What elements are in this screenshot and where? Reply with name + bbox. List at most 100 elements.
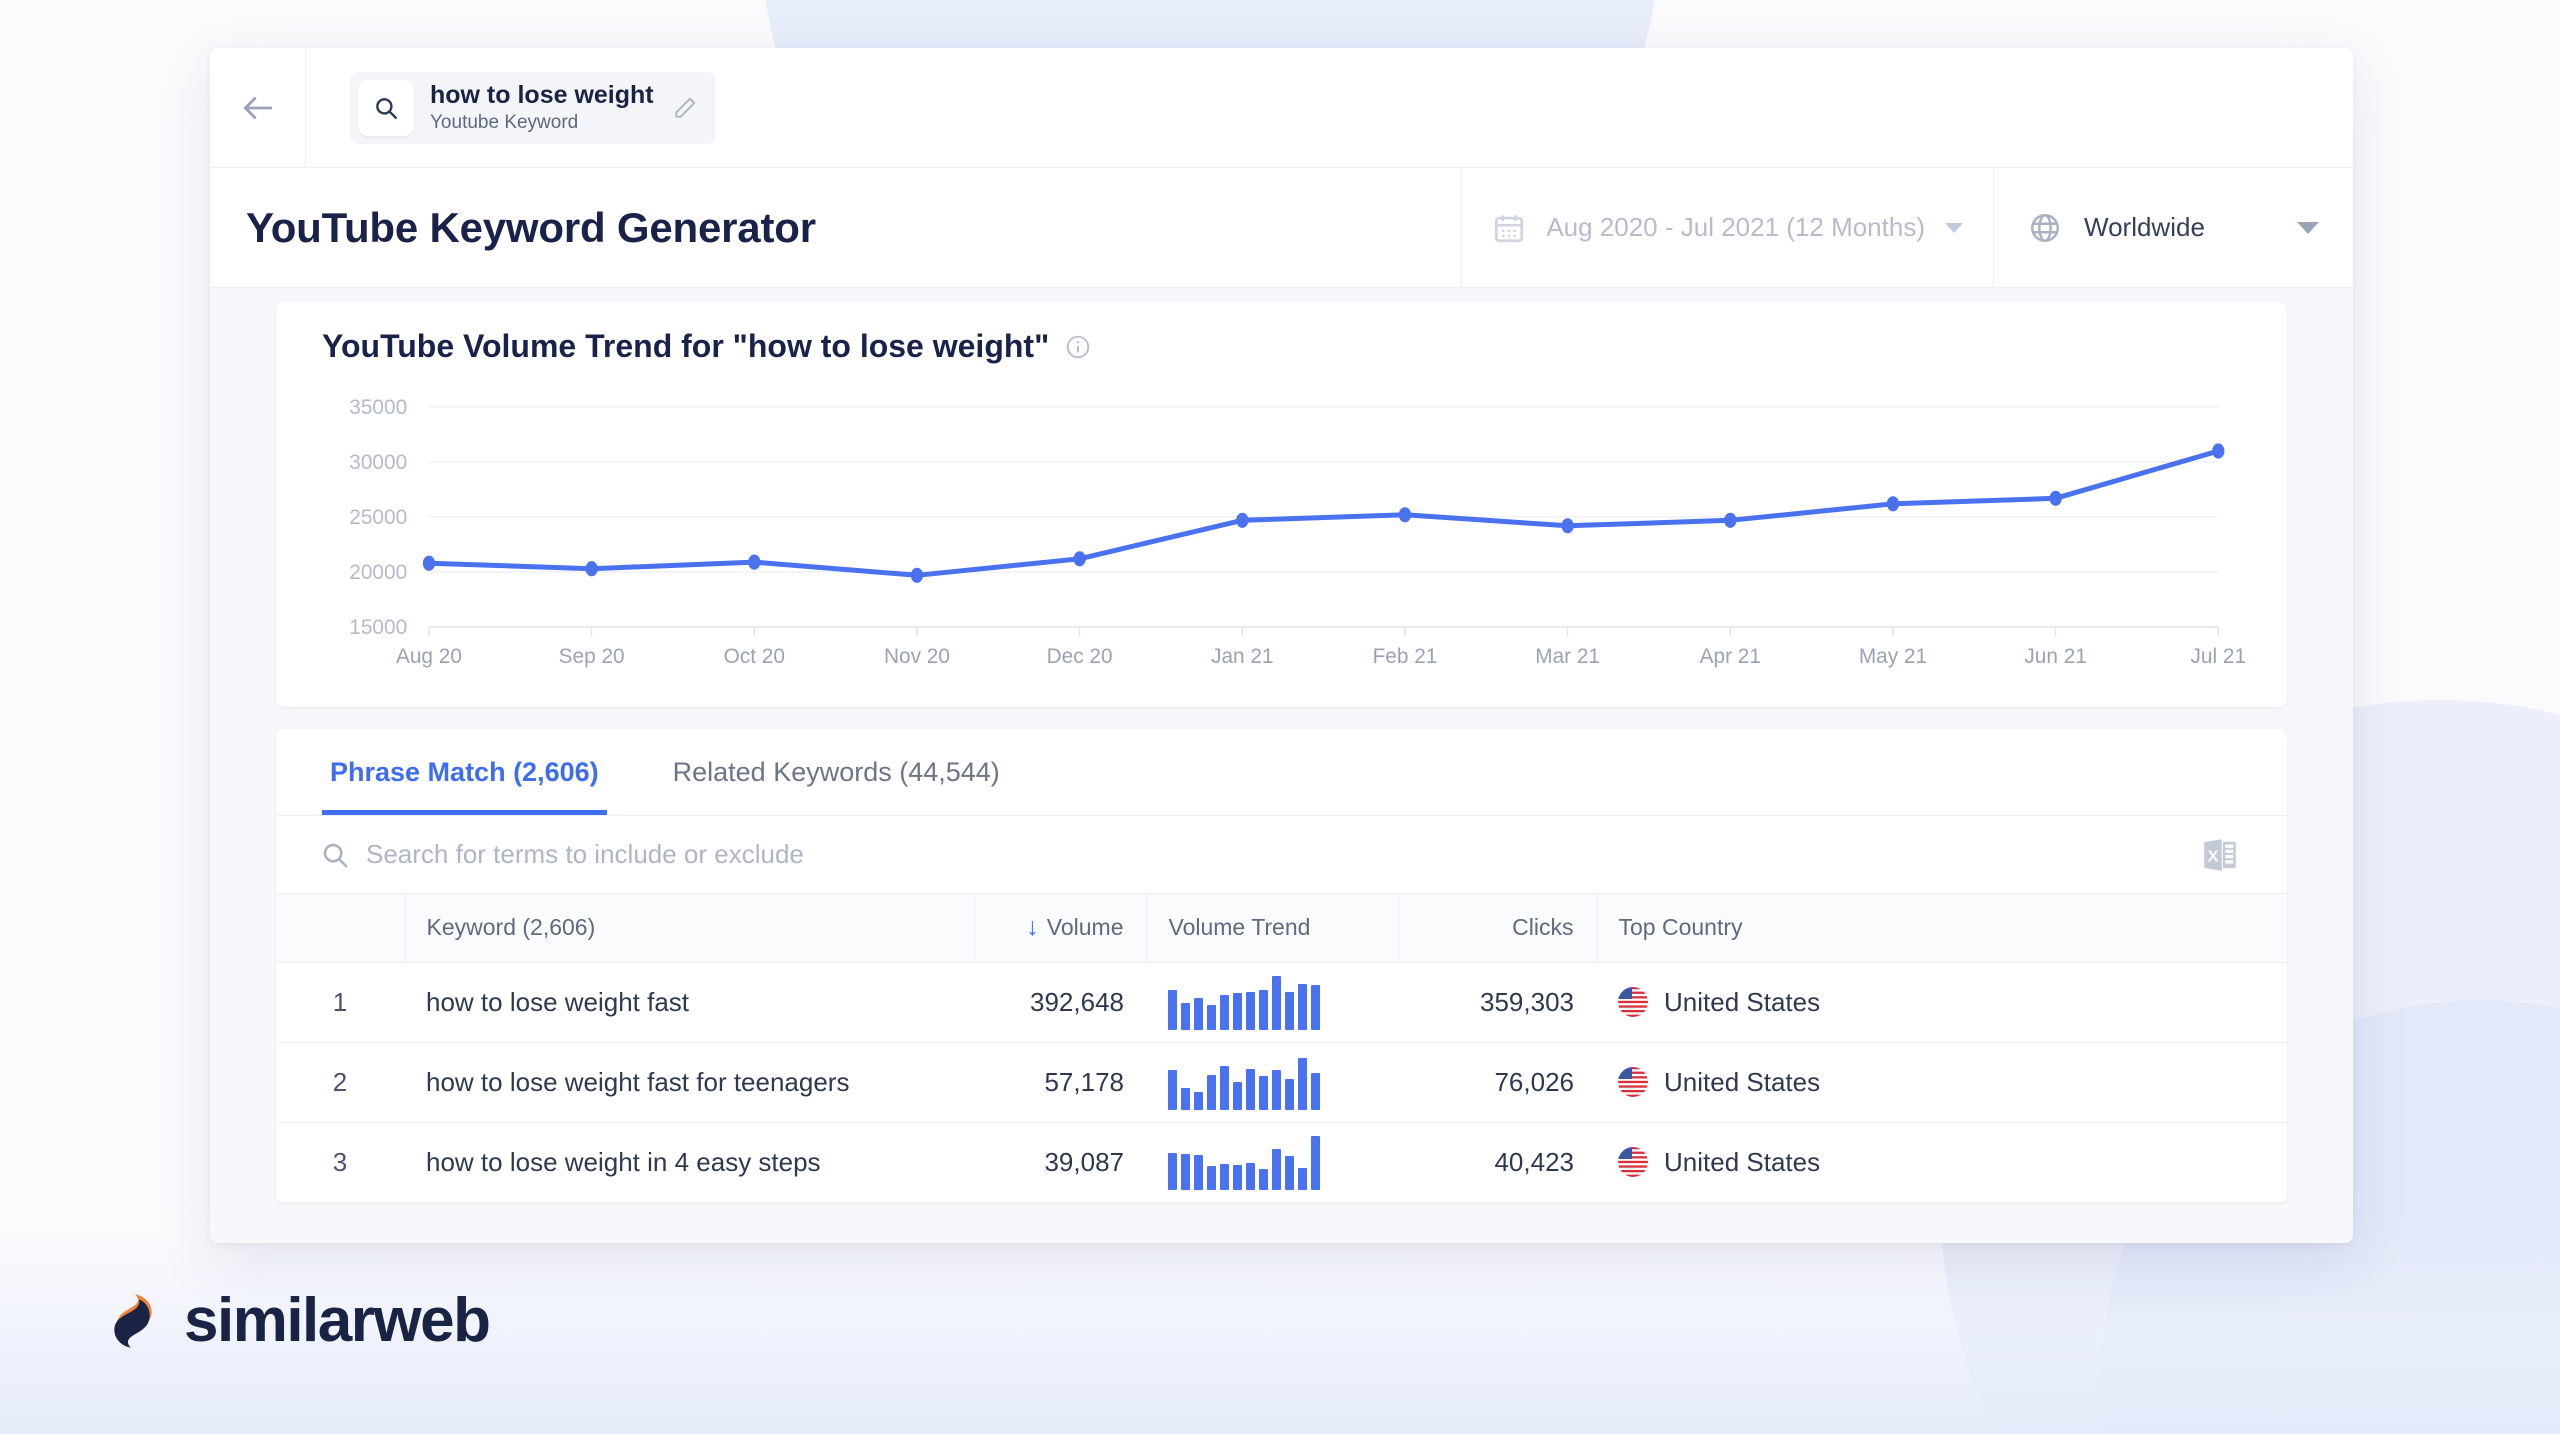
sparkline-bar xyxy=(1220,995,1229,1030)
calendar-icon xyxy=(1495,214,1524,242)
cell-top-country: United States xyxy=(1596,962,2287,1043)
similarweb-logo-icon xyxy=(114,1293,152,1348)
app-window: how to lose weight Youtube Keyword YouTu… xyxy=(210,48,2353,1243)
us-flag-icon xyxy=(1618,987,1648,1017)
volume-trend-card: YouTube Volume Trend for "how to lose we… xyxy=(276,302,2287,707)
x-axis-tick-label: Jun 21 xyxy=(2024,645,2086,668)
chart-header: YouTube Volume Trend for "how to lose we… xyxy=(310,328,2253,365)
svg-text:X: X xyxy=(2208,848,2219,865)
volume-trend-line-chart: 15000 20000 25000 30000 35000 Aug 20 Sep 20 Oct… xyxy=(349,396,2247,668)
keyword-chip[interactable]: how to lose weight Youtube Keyword xyxy=(350,71,716,144)
sparkline-bar xyxy=(1207,1166,1216,1190)
sparkline-bar xyxy=(1285,991,1294,1030)
table-search-row: X xyxy=(276,816,2287,894)
search-input[interactable] xyxy=(366,839,2199,870)
sparkline-bar xyxy=(1311,1136,1320,1190)
sparkline-bar xyxy=(1181,1003,1190,1030)
keyword-chip-text: how to lose weight Youtube Keyword xyxy=(430,81,654,134)
country-cell-content: United States xyxy=(1618,1067,2265,1098)
sparkline-bar xyxy=(1311,985,1320,1030)
chart-data-point[interactable] xyxy=(1073,551,1086,567)
excel-export-icon[interactable]: X xyxy=(2199,834,2241,876)
keyword-chip-icon-box xyxy=(358,79,414,136)
country-selector[interactable]: Worldwide xyxy=(1993,168,2353,287)
sparkline-bar xyxy=(1220,1164,1229,1190)
table-row[interactable]: 3 how to lose weight in 4 easy steps 39,08… xyxy=(276,1122,2287,1203)
chart-data-point[interactable] xyxy=(2049,490,2062,506)
x-axis-tick-label: Jul 21 xyxy=(2191,645,2247,668)
similarweb-wordmark: similarweb xyxy=(184,1286,491,1355)
tab-phrase-match[interactable]: Phrase Match (2,606) xyxy=(322,729,607,815)
sparkline-bar xyxy=(1194,1092,1203,1110)
column-header-keyword[interactable]: Keyword (2,606) xyxy=(404,894,975,963)
column-header-clicks[interactable]: Clicks xyxy=(1398,894,1597,963)
x-axis-tick-label: Feb 21 xyxy=(1373,645,1438,668)
x-axis-tick-label: Dec 20 xyxy=(1047,645,1113,668)
sparkline-bar xyxy=(1259,1076,1268,1110)
country-name: United States xyxy=(1664,1066,1821,1097)
chart-data-point[interactable] xyxy=(748,554,761,570)
keyword-title: how to lose weight xyxy=(430,81,654,110)
keywords-table: Keyword (2,606) ↓ Volume Volume Trend Cl… xyxy=(276,894,2287,1203)
cell-clicks: 40,423 xyxy=(1398,1122,1596,1203)
chart-data-point[interactable] xyxy=(585,561,598,577)
cell-rank: 3 xyxy=(276,1122,404,1203)
back-button[interactable] xyxy=(210,48,306,168)
country-name: United States xyxy=(1664,986,1821,1017)
cell-clicks: 76,026 xyxy=(1398,1042,1596,1123)
page-header: YouTube Keyword Generator Aug 2020 - Jul… xyxy=(210,168,2353,288)
sparkline-bar xyxy=(1272,1069,1281,1110)
keyword-subtitle: Youtube Keyword xyxy=(430,111,579,133)
chart-data-point[interactable] xyxy=(422,555,436,571)
cell-top-country: United States xyxy=(1596,1042,2287,1123)
cell-volume-trend xyxy=(1146,962,1398,1043)
sparkline-bar xyxy=(1259,1168,1268,1190)
country-label: Worldwide xyxy=(2084,212,2205,242)
column-header-volume-trend[interactable]: Volume Trend xyxy=(1146,894,1399,963)
y-axis-tick-label: 20000 xyxy=(349,561,407,584)
chart-data-point[interactable] xyxy=(1236,512,1249,528)
table-tabs: Phrase Match (2,606) Related Keywords (4… xyxy=(276,729,2287,816)
top-bar: how to lose weight Youtube Keyword xyxy=(210,48,2353,168)
chart-title: YouTube Volume Trend for "how to lose we… xyxy=(322,328,1050,364)
x-axis-tick-label: Aug 20 xyxy=(396,645,462,668)
chart-data-point[interactable] xyxy=(1724,512,1737,528)
sparkline-bar xyxy=(1207,1075,1216,1110)
cell-top-country: United States xyxy=(1596,1122,2287,1203)
date-range-selector[interactable]: Aug 2020 - Jul 2021 (12 Months) xyxy=(1461,168,1993,287)
x-axis-tick-label: Sep 20 xyxy=(559,645,625,668)
sparkline-bar xyxy=(1285,1078,1294,1110)
sparkline-bar xyxy=(1298,1167,1307,1190)
cell-rank: 2 xyxy=(276,1042,404,1123)
us-flag-icon xyxy=(1618,1067,1648,1097)
column-header-volume-label: Volume xyxy=(1046,914,1124,941)
pencil-icon[interactable] xyxy=(672,95,698,121)
keywords-table-card: Phrase Match (2,606) Related Keywords (4… xyxy=(276,729,2287,1203)
chart-data-point[interactable] xyxy=(910,567,924,583)
x-axis-tick-label: Apr 21 xyxy=(1700,645,1761,668)
chart-data-point[interactable] xyxy=(1398,507,1412,523)
column-header-top-country[interactable]: Top Country xyxy=(1596,894,2287,963)
x-axis-tick-label: Nov 20 xyxy=(884,645,950,668)
info-icon[interactable] xyxy=(1065,334,1091,360)
table-row[interactable]: 1 how to lose weight fast 392,648 359,303 Un… xyxy=(276,962,2287,1043)
table-body: 1 how to lose weight fast 392,648 359,303 Un… xyxy=(276,962,2287,1203)
tab-related-keywords[interactable]: Related Keywords (44,544) xyxy=(665,729,1008,815)
chart-data-point[interactable] xyxy=(1886,496,1900,512)
sparkline-bar xyxy=(1168,1153,1177,1190)
similarweb-logo: similarweb xyxy=(100,1285,491,1356)
y-axis-tick-label: 15000 xyxy=(349,616,407,639)
y-axis-tick-label: 35000 xyxy=(349,396,407,419)
cell-keyword: how to lose weight fast for teenagers xyxy=(404,1042,974,1123)
cell-rank: 1 xyxy=(276,962,404,1043)
x-axis-tick-label: Oct 20 xyxy=(724,645,785,668)
column-header-rank xyxy=(276,894,405,963)
sparkline-bar xyxy=(1246,1068,1255,1110)
chart-data-point[interactable] xyxy=(2212,443,2225,459)
table-row[interactable]: 2 how to lose weight fast for teenagers 57… xyxy=(276,1042,2287,1123)
chart-data-point[interactable] xyxy=(1561,518,1574,534)
sparkline-bar xyxy=(1207,1005,1216,1030)
content-area: YouTube Volume Trend for "how to lose we… xyxy=(210,288,2353,1243)
column-header-volume[interactable]: ↓ Volume xyxy=(974,894,1147,963)
y-axis-tick-label: 30000 xyxy=(349,451,407,474)
